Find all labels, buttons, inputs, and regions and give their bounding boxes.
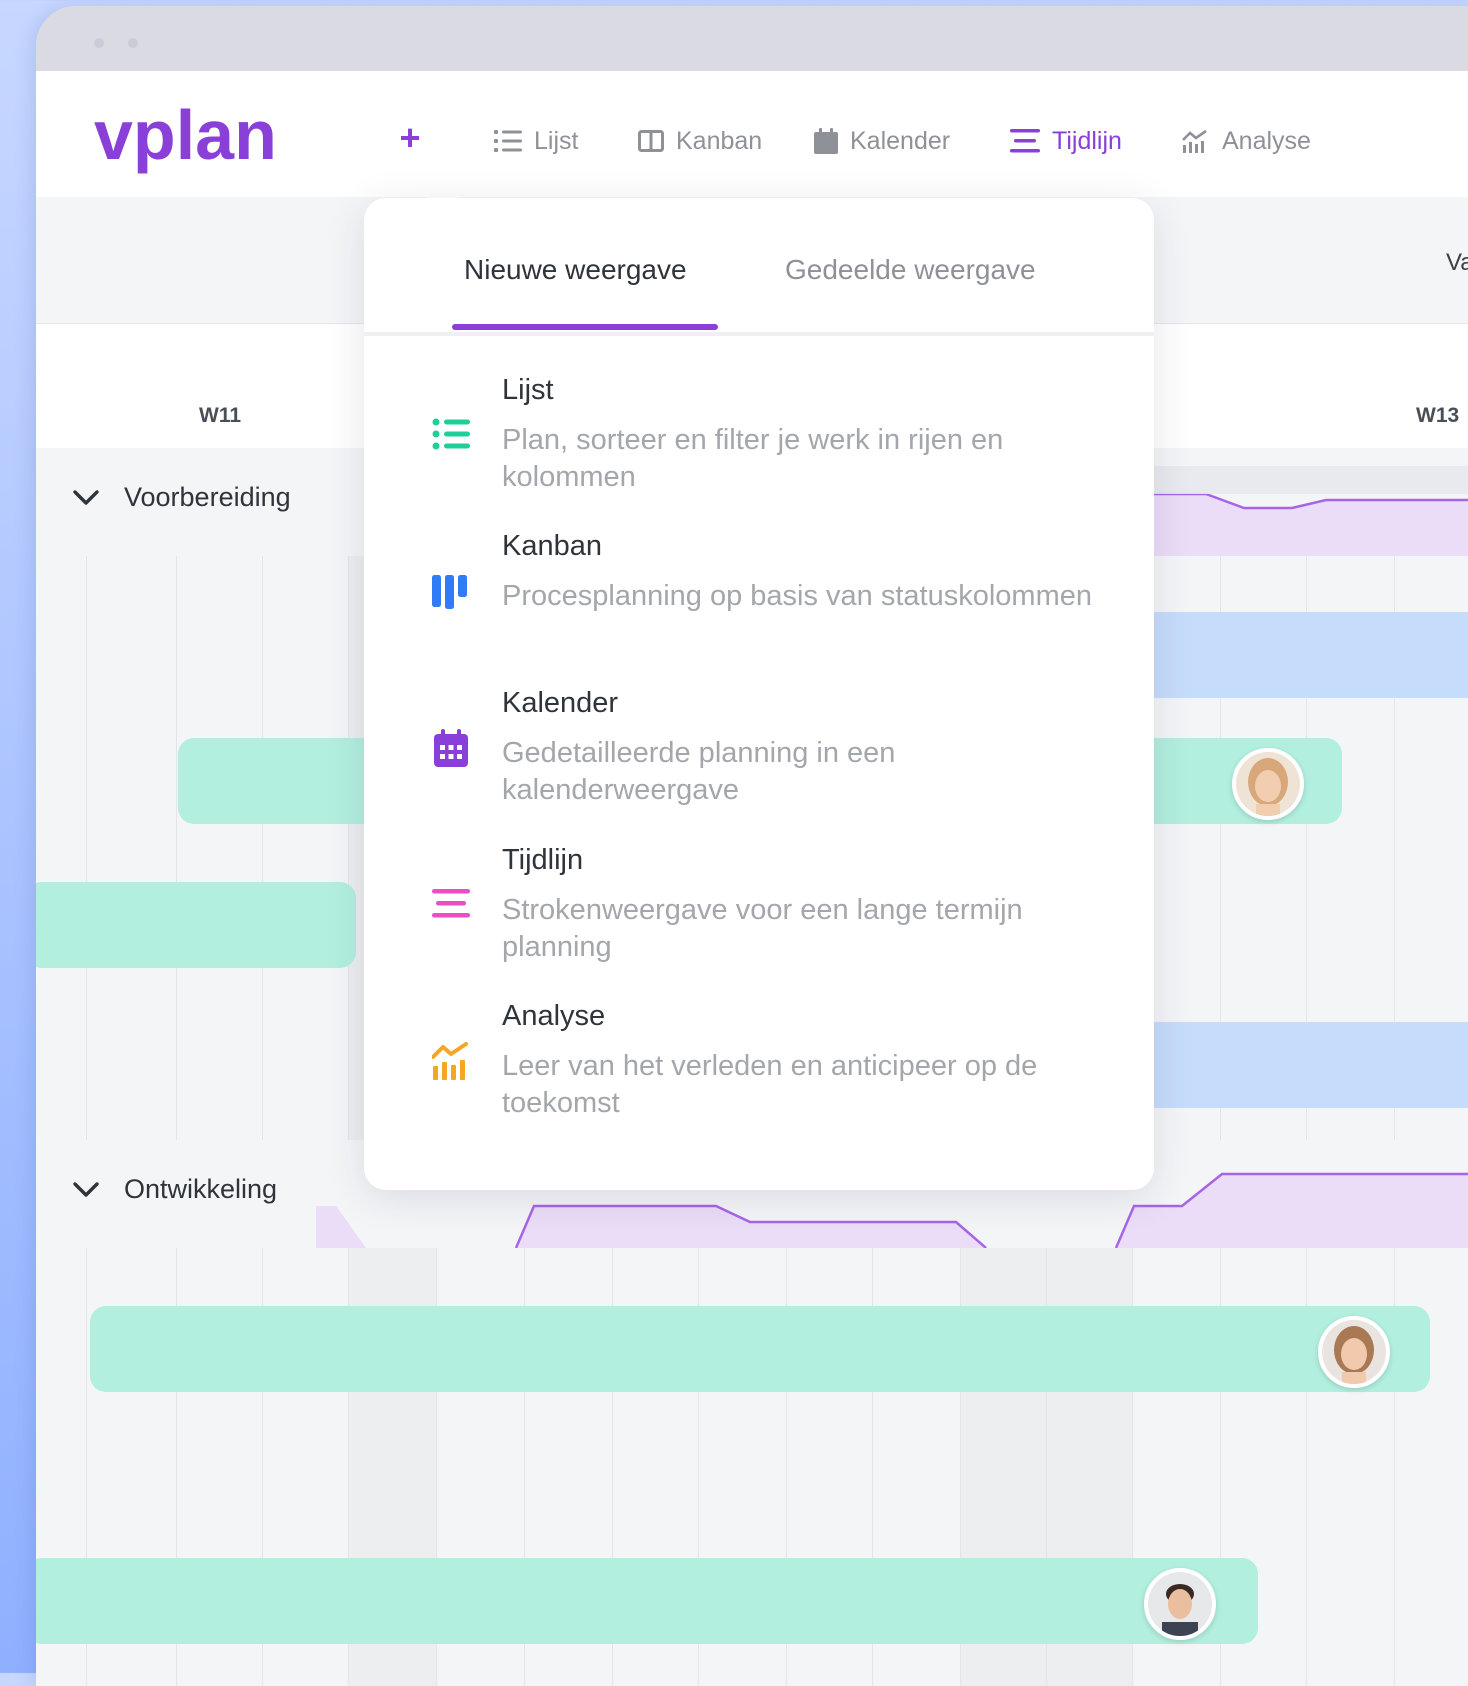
list-icon: [494, 130, 522, 152]
timeline-icon: [1010, 129, 1040, 153]
calendar-icon: [814, 128, 838, 154]
chevron-down-icon: [73, 1181, 99, 1197]
view-option-title: Lijst: [502, 374, 554, 406]
tab-gedeelde-weergave[interactable]: Gedeelde weergave: [785, 254, 1036, 286]
view-option-title: Analyse: [502, 1000, 606, 1032]
nav-tab-kalender[interactable]: Kalender: [814, 123, 950, 159]
view-option-description: Plan, sorteer en filter je werk in rijen…: [502, 424, 1004, 493]
view-option-description: Strokenweergave voor een lange termijn p…: [502, 894, 1023, 963]
columns-icon: [638, 130, 664, 152]
group-toggle-ontwikkeling[interactable]: Ontwikkeling: [72, 1174, 277, 1205]
view-option-description: Procesplanning op basis van statuskolomm…: [502, 580, 1092, 612]
toolbar-right-text[interactable]: Va: [1446, 249, 1468, 277]
window-titlebar: [36, 6, 1468, 71]
nav-tab-label: Tijdlijn: [1052, 126, 1122, 155]
week-label: W13: [1416, 404, 1460, 427]
list-icon: [432, 418, 470, 450]
top-nav-bar: vplan + Lijst Kanban Kalender Tijdlijn A…: [36, 71, 1468, 198]
group-toggle-voorbereiding[interactable]: Voorbereiding: [72, 482, 291, 513]
vplan-logo[interactable]: vplan: [94, 97, 304, 177]
nav-tab-label: Kalender: [850, 126, 951, 155]
task-bar[interactable]: [1116, 612, 1468, 698]
avatar[interactable]: [1232, 748, 1304, 820]
window-control-dot[interactable]: [128, 38, 138, 48]
nav-tab-kanban[interactable]: Kanban: [638, 123, 762, 159]
window-control-dot[interactable]: [94, 38, 104, 48]
add-view-button[interactable]: +: [390, 120, 430, 161]
nav-tab-label: Kanban: [676, 126, 763, 155]
avatar[interactable]: [1318, 1316, 1390, 1388]
nav-tab-label: Analyse: [1222, 126, 1311, 155]
nav-tab-lijst[interactable]: Lijst: [494, 123, 578, 159]
nav-tab-tijdlijn[interactable]: Tijdlijn: [1010, 123, 1122, 159]
person-avatar-icon: [1148, 1572, 1212, 1636]
task-bar[interactable]: [1116, 1022, 1468, 1108]
avatar[interactable]: [1144, 1568, 1216, 1640]
view-option-title: Kanban: [502, 530, 602, 562]
calendar-icon: [434, 729, 468, 767]
kanban-icon: [432, 575, 467, 609]
nav-tab-label: Lijst: [534, 126, 579, 155]
view-option-description: Gedetailleerde planning in een kalenderw…: [502, 737, 896, 806]
active-tab-indicator: [452, 324, 718, 330]
app-window: vplan + Lijst Kanban Kalender Tijdlijn A…: [36, 6, 1468, 1686]
analytics-icon: [432, 1042, 468, 1080]
view-option-title: Kalender: [502, 687, 619, 719]
view-option-description: Leer van het verleden en anticipeer op d…: [502, 1050, 1038, 1119]
chevron-down-icon: [73, 489, 99, 505]
task-bar[interactable]: [36, 882, 356, 968]
workload-chart: [1116, 466, 1468, 556]
task-bar[interactable]: [36, 1558, 1258, 1644]
week-label: W11: [199, 404, 242, 427]
svg-text:vplan: vplan: [94, 97, 277, 174]
timeline-icon: [432, 889, 470, 918]
task-bar[interactable]: [90, 1306, 1430, 1392]
popup-tabs: Nieuwe weergave Gedeelde weergave: [364, 198, 1154, 336]
person-avatar-icon: [1236, 752, 1300, 816]
analytics-icon: [1182, 129, 1207, 153]
tab-nieuwe-weergave[interactable]: Nieuwe weergave: [464, 254, 687, 286]
new-view-popup: Nieuwe weergave Gedeelde weergave Lijst …: [364, 198, 1154, 1190]
nav-tab-analyse[interactable]: Analyse: [1182, 123, 1311, 159]
group-label: Ontwikkeling: [124, 1174, 278, 1204]
view-option-title: Tijdlijn: [502, 844, 584, 876]
person-avatar-icon: [1322, 1320, 1386, 1384]
group-label: Voorbereiding: [124, 482, 291, 512]
